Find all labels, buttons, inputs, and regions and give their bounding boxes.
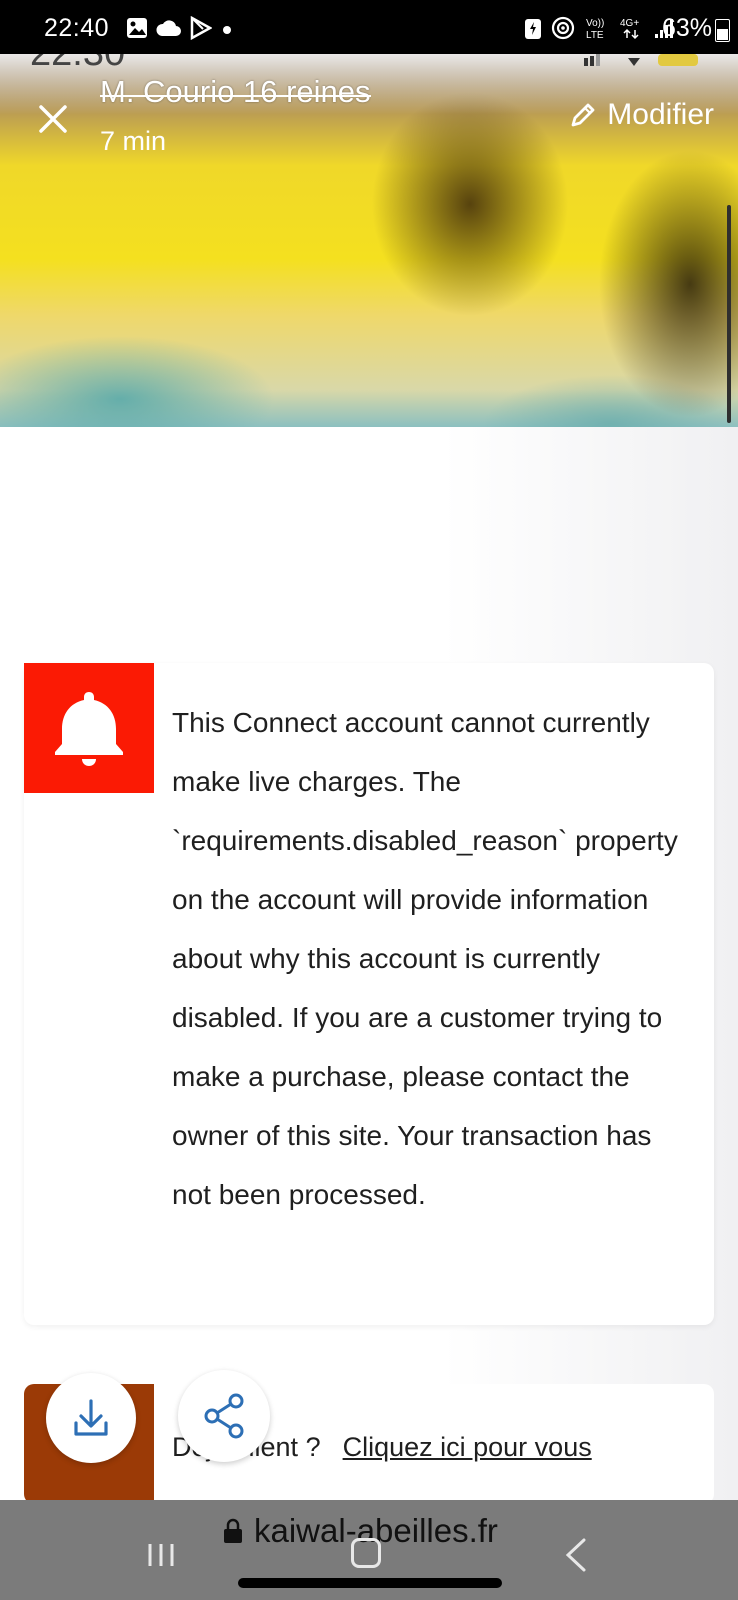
gesture-handle[interactable] [238, 1578, 502, 1588]
media-header: 22:30 M. Courio 16 reines 7 min Modifier [0, 54, 738, 427]
share-button[interactable] [178, 1370, 270, 1462]
scrollbar[interactable] [727, 205, 731, 423]
back-icon[interactable] [562, 1538, 588, 1572]
ghost-time: 22:30 [30, 54, 125, 75]
4g-icon: 4G+ [620, 18, 639, 40]
note-title: M. Courio 16 reines [100, 74, 371, 109]
svg-text:Vo)): Vo)) [586, 18, 604, 29]
lock-icon [224, 1518, 242, 1543]
battery-icon [715, 19, 730, 42]
login-link[interactable]: Cliquez ici pour vous [343, 1432, 592, 1462]
home-icon[interactable] [351, 1538, 381, 1568]
svg-text:LTE: LTE [586, 30, 604, 40]
browser-bottom-bar: kaiwal-abeilles.fr [0, 1500, 738, 1600]
alert-message: This Connect account cannot currently ma… [172, 707, 678, 1210]
close-icon[interactable] [38, 104, 68, 134]
edit-button[interactable]: Modifier [569, 98, 714, 132]
share-icon [204, 1393, 244, 1439]
image-icon [127, 18, 147, 38]
status-bar: 22:40 Vo)) LTE 4G+ 63% [0, 0, 738, 54]
alert-icon-box [24, 663, 154, 793]
recent-apps-icon[interactable] [146, 1542, 176, 1568]
hotspot-icon [551, 16, 575, 40]
svg-text:4G+: 4G+ [620, 18, 639, 29]
error-alert-card: This Connect account cannot currently ma… [24, 663, 714, 1325]
cloud-icon [156, 20, 181, 36]
status-time: 22:40 [44, 14, 110, 42]
battery-saver-icon [525, 19, 541, 39]
battery-percent: 63% [661, 14, 712, 42]
edit-label: Modifier [607, 98, 714, 131]
play-store-icon [190, 16, 212, 40]
pencil-icon [571, 103, 595, 127]
download-icon [74, 1399, 108, 1436]
download-button[interactable] [46, 1373, 136, 1463]
note-duration: 7 min [100, 126, 167, 156]
volte-icon: Vo))LTE [586, 18, 604, 40]
bell-icon [55, 692, 123, 766]
dot-icon [223, 26, 231, 34]
ghost-status-icons [584, 54, 698, 66]
